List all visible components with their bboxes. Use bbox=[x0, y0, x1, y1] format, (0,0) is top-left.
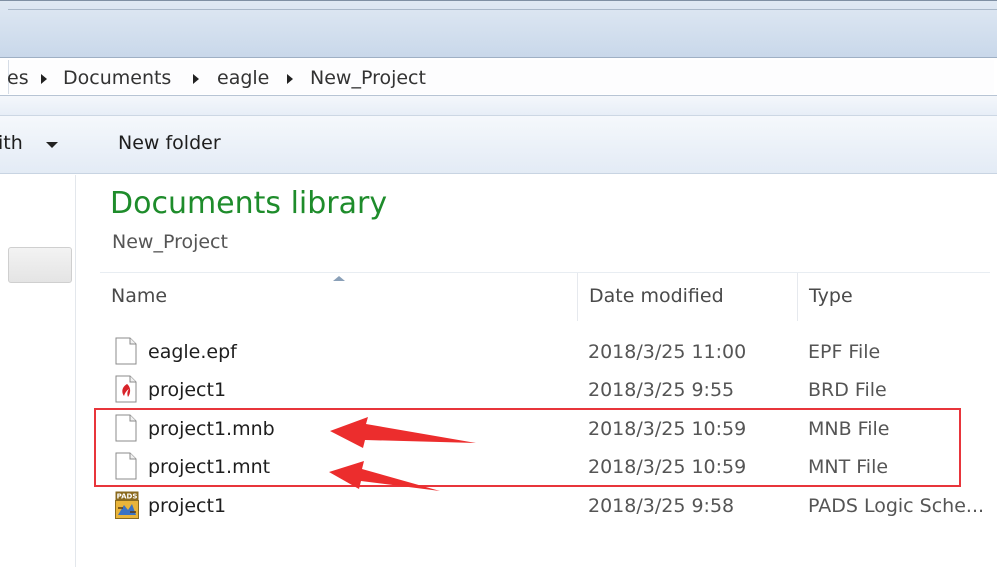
open-with-button[interactable]: ith bbox=[0, 132, 23, 154]
sort-ascending-icon bbox=[333, 276, 345, 281]
file-type: BRD File bbox=[808, 379, 887, 401]
navigation-pane[interactable] bbox=[0, 175, 76, 567]
file-row[interactable]: eagle.epf 2018/3/25 11:00 EPF File bbox=[100, 333, 990, 371]
column-header-name[interactable]: Name bbox=[111, 285, 167, 307]
address-bar[interactable]: es Documents eagle New_Project bbox=[0, 58, 997, 96]
pads-icon-label: PADS bbox=[117, 493, 138, 501]
file-name: eagle.epf bbox=[148, 341, 237, 363]
header-divider bbox=[100, 272, 990, 273]
file-date-modified: 2018/3/25 11:00 bbox=[588, 341, 747, 363]
breadcrumb-item-documents[interactable]: Documents bbox=[63, 67, 171, 89]
title-bar-edge bbox=[8, 9, 997, 10]
eagle-brd-file-icon bbox=[115, 375, 137, 403]
file-row[interactable]: PADS project1 2018/3/25 9:58 PADS Logic … bbox=[100, 487, 990, 525]
generic-file-icon bbox=[115, 337, 137, 365]
new-folder-button[interactable]: New folder bbox=[118, 132, 221, 154]
file-date-modified: 2018/3/25 9:55 bbox=[588, 379, 735, 401]
file-type: PADS Logic Sche... bbox=[808, 495, 985, 517]
breadcrumb-separator-icon[interactable] bbox=[41, 74, 47, 84]
pads-logic-file-icon: PADS bbox=[115, 491, 139, 519]
breadcrumb-item-libraries[interactable]: es bbox=[7, 67, 29, 89]
library-title: Documents library bbox=[110, 186, 388, 221]
breadcrumb-separator-icon[interactable] bbox=[193, 74, 199, 84]
file-row[interactable]: project1 2018/3/25 9:55 BRD File bbox=[100, 371, 990, 409]
column-header-date-modified[interactable]: Date modified bbox=[589, 285, 724, 307]
window-title-bar bbox=[0, 0, 997, 58]
column-separator[interactable] bbox=[577, 273, 578, 321]
file-type: EPF File bbox=[808, 341, 881, 363]
search-strip bbox=[0, 96, 997, 116]
file-name: project1 bbox=[148, 379, 227, 401]
column-separator[interactable] bbox=[797, 273, 798, 321]
breadcrumb-item-eagle[interactable]: eagle bbox=[217, 67, 269, 89]
column-header-type[interactable]: Type bbox=[809, 285, 853, 307]
breadcrumb-separator-icon[interactable] bbox=[287, 74, 293, 84]
breadcrumb[interactable]: es Documents eagle New_Project bbox=[7, 60, 994, 94]
annotation-highlight-box bbox=[94, 408, 961, 487]
library-subtitle: New_Project bbox=[112, 231, 228, 253]
command-toolbar: ith New folder bbox=[0, 116, 997, 174]
nav-pane-selected-item[interactable] bbox=[8, 247, 72, 283]
breadcrumb-item-new-project[interactable]: New_Project bbox=[310, 67, 426, 89]
file-name: project1 bbox=[148, 495, 227, 517]
chevron-down-icon[interactable] bbox=[46, 142, 58, 148]
file-date-modified: 2018/3/25 9:58 bbox=[588, 495, 735, 517]
